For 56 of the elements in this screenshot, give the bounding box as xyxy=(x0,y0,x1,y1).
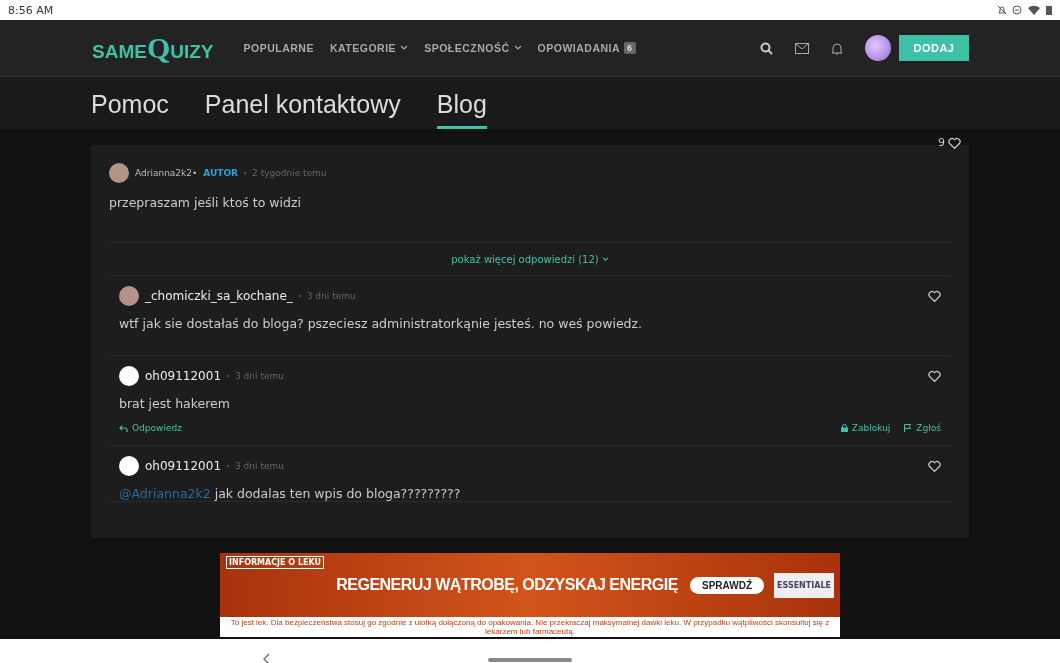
user-avatar[interactable] xyxy=(865,35,891,61)
reply-button[interactable]: Odpowiedz xyxy=(119,423,182,433)
show-more-replies-link[interactable]: pokaż więcej odpowiedzi (12) xyxy=(445,252,615,266)
battery-icon xyxy=(1046,5,1052,15)
comment-time: 3 dni temu xyxy=(235,461,284,471)
ad-product-box: ESSENTIALE xyxy=(774,572,834,598)
reply-text: @Adrianna2k2 jak dodalas ten wpis do bloga????????? xyxy=(119,486,462,501)
heart-icon[interactable] xyxy=(928,460,941,472)
nav-menu-item[interactable]: KATEGORIE xyxy=(329,42,409,54)
chevron-down-icon xyxy=(601,256,609,262)
bell-icon[interactable] xyxy=(831,41,843,55)
tab[interactable]: Blog xyxy=(436,77,487,129)
comment-time: 2 tygodnie temu xyxy=(252,168,327,178)
tab[interactable]: Pomoc xyxy=(91,77,169,129)
back-icon[interactable] xyxy=(263,653,271,663)
ad-cta-button[interactable]: SPRAWDŹ xyxy=(690,576,764,594)
count-badge: 6 xyxy=(624,42,636,54)
comment-text: przepraszam jeśli ktoś to widzi xyxy=(109,195,302,210)
author-name[interactable]: oh09112001 xyxy=(145,459,222,473)
heart-icon[interactable] xyxy=(948,136,961,149)
author-label: AUTOR xyxy=(203,168,239,178)
block-button[interactable]: Zablokuj xyxy=(840,423,891,433)
home-handle[interactable] xyxy=(488,658,572,662)
like-count: 9 xyxy=(938,136,945,149)
reply-arrow-icon xyxy=(119,424,128,432)
author-name[interactable]: oh09112001 xyxy=(145,369,222,383)
comment-time: 3 dni temu xyxy=(235,371,284,381)
avatar-photo-placeholder xyxy=(119,286,139,306)
avatar-photo-placeholder xyxy=(109,163,129,183)
author-name[interactable]: _chomiczki_sa_kochane_ xyxy=(145,289,293,303)
ad-info-label: INFORMACJE O LEKU xyxy=(226,556,325,569)
author-name[interactable]: Adrianna2k2• xyxy=(135,168,198,178)
avatar-circle xyxy=(119,366,139,386)
comment-time: 3 dni temu xyxy=(306,291,356,301)
lock-icon xyxy=(840,424,848,432)
nav-menu-item[interactable]: POPULARNE xyxy=(243,42,314,54)
heart-icon[interactable] xyxy=(928,290,941,302)
ad-headline: REGENERUJ WĄTROBĘ, ODZYSKAJ ENERGIĘ xyxy=(335,576,679,594)
mail-icon[interactable] xyxy=(795,42,809,54)
reply-text: brat jest hakerem xyxy=(119,396,231,411)
do-not-disturb-icon xyxy=(1012,5,1022,15)
ad-banner[interactable] xyxy=(220,553,840,637)
status-time: 8:56 AM xyxy=(8,3,54,17)
ad-disclaimer: To jest lek. Dla bezpieczeństwa stosuj go zgodnie z ulotką dołączoną do opakowania. Nie przekraczaj maksymalnej dawki leku. W przypadku wątpliwości skonsultuj się z lekarzem lub farmaceutą. xyxy=(220,617,840,637)
nav-menu-item[interactable]: SPOŁECZNOŚĆ xyxy=(424,42,522,54)
notifications-off-icon xyxy=(997,5,1007,15)
report-button[interactable]: Zgłoś xyxy=(904,423,941,433)
wifi-icon xyxy=(1027,5,1041,15)
tab[interactable]: Panel kontaktowy xyxy=(204,77,401,129)
nav-menu-item[interactable]: OPOWIADANIA 6 xyxy=(537,42,636,54)
heart-icon[interactable] xyxy=(928,370,941,382)
flag-icon xyxy=(904,424,913,432)
site-logo[interactable]: SAMEQUIZY xyxy=(92,31,214,65)
reply-text: wtf jak sie dostałaś do bloga? pszeciesz administratorkąnie jesteś. no weś powiedz. xyxy=(119,316,644,331)
avatar-circle xyxy=(119,456,139,476)
search-icon[interactable] xyxy=(760,41,773,55)
